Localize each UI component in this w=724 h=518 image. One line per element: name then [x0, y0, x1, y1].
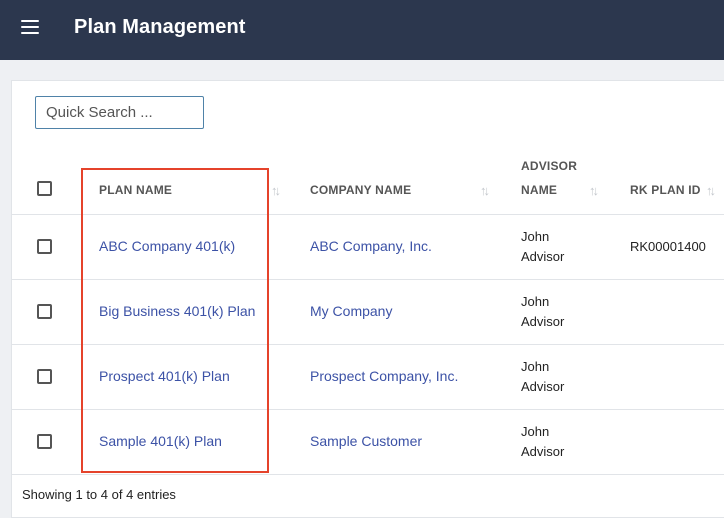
row-checkbox[interactable]: [37, 369, 52, 384]
table-row: Sample 401(k) Plan Sample Customer John …: [12, 410, 724, 475]
column-header-plan-name[interactable]: PLAN NAME: [99, 183, 172, 197]
advisor-last-name: Advisor: [521, 379, 565, 394]
table-header: PLAN NAME ↑↓ COMPANY NAME ↑↓ ADVISOR NAM…: [12, 149, 724, 215]
plan-table-card: PLAN NAME ↑↓ COMPANY NAME ↑↓ ADVISOR NAM…: [11, 80, 724, 518]
company-name-link[interactable]: My Company: [310, 303, 392, 319]
column-header-advisor-line1[interactable]: ADVISOR: [521, 159, 577, 173]
advisor-last-name: Advisor: [521, 249, 565, 264]
rk-plan-id: RK00001400: [630, 239, 706, 254]
advisor-last-name: Advisor: [521, 314, 565, 329]
column-header-rk-plan-id[interactable]: RK PLAN ID: [630, 183, 701, 197]
company-name-link[interactable]: Prospect Company, Inc.: [310, 368, 458, 384]
plan-name-link[interactable]: ABC Company 401(k): [99, 238, 235, 254]
advisor-first-name: John: [521, 424, 550, 439]
table-row: Prospect 401(k) Plan Prospect Company, I…: [12, 345, 724, 410]
plan-name-link[interactable]: Big Business 401(k) Plan: [99, 303, 255, 319]
table-info-text: Showing 1 to 4 of 4 entries: [22, 487, 176, 502]
sort-rk-plan-id-icon[interactable]: ↑↓: [706, 183, 716, 198]
plan-name-link[interactable]: Sample 401(k) Plan: [99, 433, 222, 449]
plan-name-link[interactable]: Prospect 401(k) Plan: [99, 368, 230, 384]
sort-plan-name-icon[interactable]: ↑↓: [271, 183, 281, 198]
page-title: Plan Management: [74, 16, 246, 38]
table-row: ABC Company 401(k) ABC Company, Inc. Joh…: [12, 215, 724, 280]
select-all-checkbox[interactable]: [37, 181, 52, 196]
company-name-link[interactable]: ABC Company, Inc.: [310, 238, 432, 254]
app-header: Plan Management: [0, 0, 724, 60]
row-checkbox[interactable]: [37, 434, 52, 449]
column-header-company-name[interactable]: COMPANY NAME: [310, 183, 411, 197]
row-checkbox[interactable]: [37, 304, 52, 319]
sort-advisor-name-icon[interactable]: ↑↓: [589, 183, 599, 198]
advisor-first-name: John: [521, 359, 550, 374]
sort-company-name-icon[interactable]: ↑↓: [480, 183, 490, 198]
advisor-last-name: Advisor: [521, 444, 565, 459]
company-name-link[interactable]: Sample Customer: [310, 433, 422, 449]
quick-search-input[interactable]: [35, 96, 204, 129]
table-row: Big Business 401(k) Plan My Company John…: [12, 280, 724, 345]
hamburger-menu-icon[interactable]: [21, 20, 39, 34]
column-header-advisor-line2[interactable]: NAME: [521, 183, 557, 197]
advisor-first-name: John: [521, 294, 550, 309]
advisor-first-name: John: [521, 229, 550, 244]
row-checkbox[interactable]: [37, 239, 52, 254]
